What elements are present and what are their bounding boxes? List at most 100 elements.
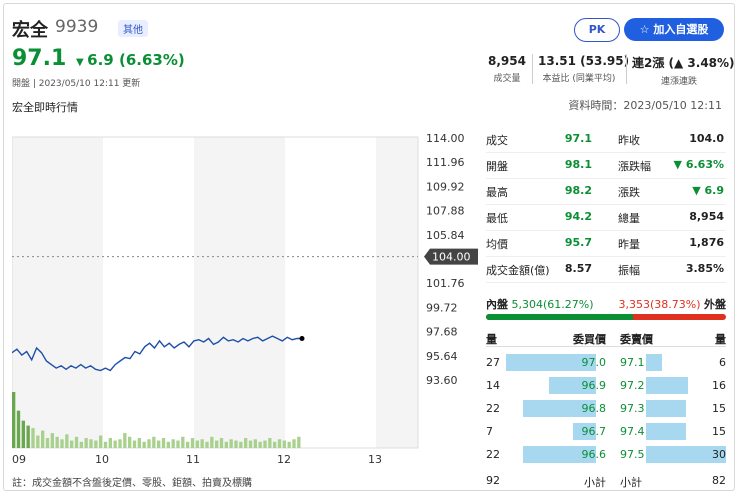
bid-total: 92 <box>486 474 500 487</box>
stat-volume: 8,954 成交量 <box>486 54 528 84</box>
quote-value: 104.0 <box>689 132 724 145</box>
volume-bar <box>147 439 151 448</box>
x-tick-label: 10 <box>95 453 109 466</box>
y-tick-label: 111.96 <box>426 156 465 169</box>
y-tick-label: 99.72 <box>426 301 458 314</box>
current-price: 97.1 <box>12 46 67 71</box>
header-ask-price: 委賣價 <box>620 333 653 346</box>
category-tag[interactable]: 其他 <box>118 20 148 37</box>
shade-0909 <box>12 137 103 448</box>
quote-label: 成交 <box>486 134 508 147</box>
ask-qty: 6 <box>719 356 726 369</box>
bid-price: 96.8 <box>581 402 607 415</box>
add-favorite-button[interactable]: ☆ 加入自選股 <box>624 18 724 41</box>
shade-13 <box>376 137 418 448</box>
volume-bar <box>79 441 83 448</box>
header-bid-qty: 量 <box>486 333 497 346</box>
quote-row: 成交金額(億) 8.57 振幅 3.85% <box>486 256 726 283</box>
inner-bar-fill <box>486 314 634 320</box>
volume-bar <box>41 430 45 448</box>
inner-volume: 內盤 5,304(61.27%) <box>486 296 594 312</box>
volume-bar <box>297 436 301 448</box>
ask-qty: 16 <box>712 379 726 392</box>
volume-bar <box>190 438 195 448</box>
volume-bar <box>21 420 25 448</box>
data-time: 資料時間：2023/05/10 12:11 <box>568 99 722 112</box>
volume-bar <box>268 438 272 448</box>
volume-bar <box>60 439 64 448</box>
stat-value: 連2漲 (▲ 3.48%) <box>632 56 735 70</box>
bid-price: 97.0 <box>581 356 607 369</box>
volume-bar <box>137 438 141 448</box>
quote-value: 1,876 <box>689 236 724 249</box>
volume-bar <box>229 439 233 448</box>
volume-bar <box>263 440 267 448</box>
update-time: 開盤 | 2023/05/10 12:11 更新 <box>12 79 141 89</box>
quote-label: 漲跌幅 <box>618 160 651 173</box>
intraday-chart: 114.00 111.96 109.92 107.88 105.84 104.00 101.… <box>12 132 478 466</box>
bid-price: 96.6 <box>581 448 607 461</box>
volume-bar <box>113 440 117 448</box>
quote-value: 97.1 <box>564 132 592 145</box>
volume-bar <box>45 438 50 448</box>
inner-label: 內盤 <box>486 298 508 311</box>
price-change-value: 6.9 (6.63%) <box>87 51 185 69</box>
price-change: ▼ 6.9 (6.63%) <box>76 51 185 69</box>
divider <box>626 54 627 84</box>
y-tick-label: 114.00 <box>426 132 465 145</box>
volume-bar <box>210 436 214 448</box>
volume-bar <box>132 440 137 448</box>
y-tick-label: 107.88 <box>426 205 465 218</box>
quote-label: 最高 <box>486 186 508 199</box>
volume-bar <box>253 439 257 448</box>
volume-bar <box>186 441 190 448</box>
quote-value: ▼ 6.63% <box>673 158 724 171</box>
volume-bar <box>142 441 146 448</box>
volume-bar <box>258 441 262 448</box>
quote-value: 94.2 <box>564 210 592 223</box>
outer-label: 外盤 <box>704 298 726 311</box>
x-tick-label: 12 <box>277 453 291 466</box>
volume-bar <box>123 433 127 448</box>
ask-price: 97.2 <box>620 379 645 392</box>
y-tick-label: 101.76 <box>426 277 465 290</box>
star-icon: ☆ <box>639 23 654 36</box>
quote-row: 均價 95.7 昨量 1,876 <box>486 230 726 257</box>
quote-label: 漲跌 <box>618 186 640 199</box>
quote-value: 8,954 <box>689 210 724 223</box>
volume-bar <box>248 440 253 448</box>
volume-bar <box>55 436 59 448</box>
volume-bar <box>70 440 74 448</box>
volume-bar <box>65 434 69 448</box>
stock-name: 宏全 <box>12 20 48 41</box>
quote-label: 昨收 <box>618 134 640 147</box>
volume-bar <box>273 441 277 448</box>
stat-value: 13.51 (53.95) <box>538 54 630 68</box>
quote-label: 開盤 <box>486 160 508 173</box>
down-arrow-icon: ▼ <box>76 57 88 68</box>
quote-value: ▼ 6.9 <box>692 184 724 197</box>
stat-value: 8,954 <box>488 54 526 68</box>
volume-bar <box>50 433 54 448</box>
ask-qty: 15 <box>712 402 726 415</box>
volume-bar <box>161 438 166 448</box>
quote-label: 總量 <box>618 212 640 225</box>
volume-bar <box>157 440 161 448</box>
volume-bar <box>244 438 248 448</box>
inner-value: 5,304(61.27%) <box>511 298 594 311</box>
quote-label: 均價 <box>486 238 508 251</box>
shade-1112 <box>194 137 285 448</box>
quote-row: 最低 94.2 總量 8,954 <box>486 204 726 231</box>
bid-price: 96.7 <box>581 425 607 438</box>
quote-value: 98.1 <box>564 158 592 171</box>
y-tick-label: 93.60 <box>426 374 458 387</box>
volume-bar <box>282 440 286 448</box>
pk-button[interactable]: PK <box>574 18 620 42</box>
volume-bar <box>277 439 282 448</box>
volume-bar <box>74 436 79 448</box>
bid-qty: 27 <box>486 356 500 369</box>
x-tick-label: 09 <box>12 453 26 466</box>
y-tick-label: 105.84 <box>426 229 465 242</box>
divider <box>532 54 533 84</box>
ask-price: 97.4 <box>620 425 645 438</box>
